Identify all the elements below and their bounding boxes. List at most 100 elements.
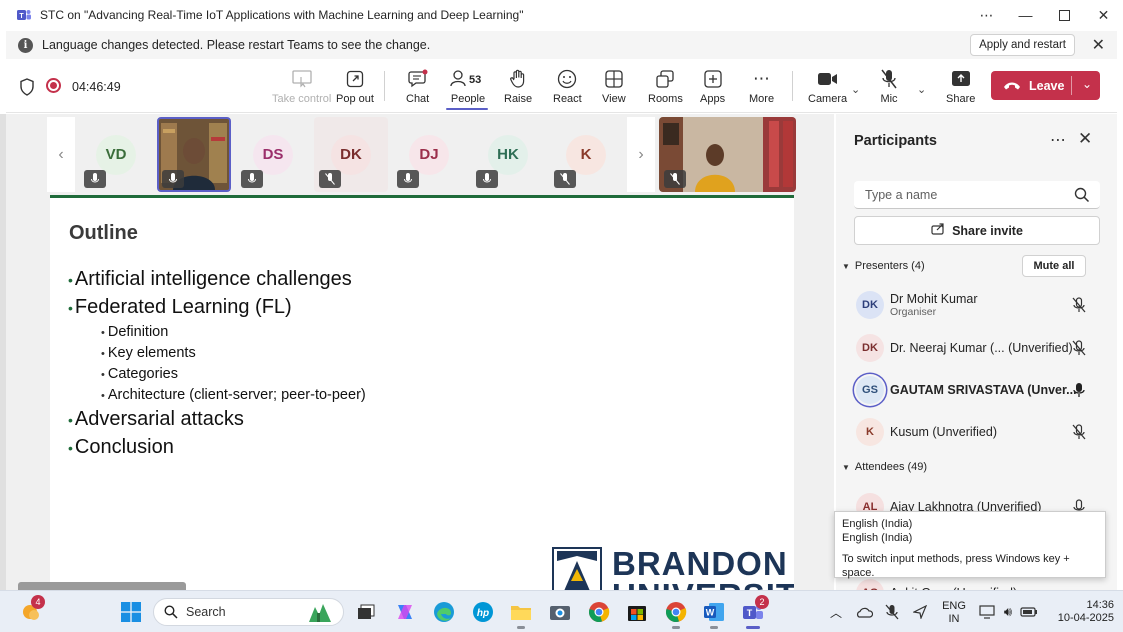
mic-on-icon — [162, 170, 184, 188]
svg-text:W: W — [706, 608, 715, 618]
camera-button[interactable]: Camera — [808, 67, 847, 111]
task-view-button[interactable] — [354, 600, 378, 624]
chat-icon — [407, 67, 428, 91]
weather-widget[interactable]: 4 — [18, 595, 45, 624]
tooltip-line: English (India) — [842, 532, 913, 544]
leave-button[interactable]: Leave ⌄ — [991, 71, 1100, 100]
location-tray-icon[interactable] — [910, 600, 930, 624]
slide-bullet: • Federated Learning (FL) — [68, 296, 292, 318]
mic-options-chevron-icon[interactable]: ⌄ — [917, 83, 926, 96]
participant-row[interactable]: DK Dr Mohit Kumar Organiser — [854, 287, 1104, 323]
file-explorer-button[interactable] — [509, 600, 533, 629]
presenters-section-header[interactable]: ▼ Presenters (4) — [842, 260, 925, 272]
pop-out-button[interactable]: Pop out — [336, 67, 374, 111]
mic-button[interactable]: Mic — [880, 67, 898, 111]
take-control-button[interactable]: Take control — [272, 67, 331, 111]
title-bar: T STC on "Advancing Real-Time IoT Applic… — [0, 0, 1123, 30]
word-button[interactable]: W — [702, 600, 726, 629]
svg-text:T: T — [747, 608, 753, 618]
participant-row[interactable]: DK Dr. Neeraj Kumar (... (Unverified) — [854, 330, 1104, 366]
show-hidden-icons-button[interactable]: ︿ — [829, 600, 843, 624]
participant-tile[interactable]: HK — [471, 117, 545, 192]
share-invite-button[interactable]: Share invite — [854, 216, 1100, 245]
slide-sub-bullet: • Architecture (client-server; peer-to-pe… — [101, 387, 366, 403]
slide-bullet: • Artificial intelligence challenges — [68, 268, 352, 290]
clock[interactable]: 14:36 10-04-2025 — [1046, 599, 1114, 625]
mic-muted-icon — [554, 170, 576, 188]
chrome-button[interactable] — [587, 600, 611, 624]
close-panel-icon[interactable]: ✕ — [1078, 129, 1092, 149]
volume-tray-icon[interactable]: 🔊︎ — [999, 600, 1017, 624]
more-options-icon[interactable]: ⋯ — [967, 0, 1006, 30]
more-button[interactable]: ⋯ More — [749, 67, 774, 111]
presenter-label-bar — [18, 582, 186, 590]
participant-tile[interactable]: VD — [79, 117, 153, 192]
camera-icon — [817, 67, 839, 91]
hp-app-button[interactable]: hp — [471, 600, 495, 624]
avatar: DK — [856, 334, 884, 362]
rooms-button[interactable]: Rooms — [648, 67, 683, 111]
participant-tile[interactable]: K — [549, 117, 623, 192]
input-language-indicator[interactable]: ENG IN — [938, 600, 970, 626]
minimize-button[interactable]: — — [1006, 0, 1045, 30]
react-button[interactable]: React — [553, 67, 582, 111]
teams-taskbar-button[interactable]: T 2 — [741, 595, 769, 629]
gallery-next-arrow-icon[interactable]: › — [627, 117, 655, 192]
shield-icon[interactable] — [19, 78, 35, 96]
attendees-section-header[interactable]: ▼ Attendees (49) — [842, 461, 927, 473]
copilot-button[interactable] — [393, 600, 417, 624]
avatar: K — [856, 418, 884, 446]
taskbar-search-box[interactable]: Search — [153, 598, 344, 626]
panel-more-options-icon[interactable]: ⋯ — [1050, 130, 1066, 150]
chat-button[interactable]: Chat — [406, 67, 429, 111]
people-active-indicator — [446, 108, 488, 110]
mic-muted-icon — [1072, 340, 1086, 356]
onedrive-tray-icon[interactable] — [854, 600, 874, 624]
slide-heading: Outline — [69, 222, 138, 244]
info-icon: i — [18, 37, 33, 53]
leave-options-chevron-icon[interactable]: ⌄ — [1082, 77, 1092, 91]
camera-options-chevron-icon[interactable]: ⌄ — [851, 83, 860, 96]
search-input[interactable] — [865, 187, 1065, 202]
chrome-icon — [589, 602, 610, 622]
grid-view-icon — [605, 67, 623, 91]
search-icon — [1074, 187, 1090, 203]
participant-video-tile[interactable] — [659, 117, 796, 192]
edge-browser-button[interactable] — [432, 600, 456, 624]
participant-row[interactable]: K Kusum (Unverified) — [854, 414, 1104, 450]
store-icon — [628, 606, 646, 621]
participant-tile[interactable]: DK — [314, 117, 388, 192]
participant-search-box[interactable] — [854, 181, 1100, 209]
start-button[interactable] — [119, 600, 143, 624]
gallery-prev-arrow-icon[interactable]: ‹ — [47, 117, 75, 192]
people-button[interactable]: 53 People — [450, 67, 486, 111]
microsoft-store-button[interactable] — [625, 600, 649, 624]
view-button[interactable]: View — [602, 67, 626, 111]
mic-muted-icon — [664, 170, 686, 188]
mic-on-icon — [84, 170, 106, 188]
word-icon: W — [704, 603, 724, 621]
participant-tile[interactable]: DS — [236, 117, 310, 192]
teams-logo-icon: T — [17, 10, 31, 20]
raise-hand-icon — [509, 67, 527, 91]
camera-app-button[interactable] — [548, 600, 572, 624]
display-tray-icon[interactable] — [978, 600, 996, 624]
participant-row[interactable]: GS GAUTAM SRIVASTAVA (Unver... — [854, 372, 1104, 408]
meeting-timer: 04:46:49 — [72, 80, 121, 94]
apply-and-restart-button[interactable]: Apply and restart — [970, 34, 1075, 56]
maximize-button[interactable] — [1045, 0, 1084, 30]
close-window-button[interactable]: ✕ — [1084, 0, 1123, 30]
slide-sub-bullet: • Key elements — [101, 345, 196, 361]
mute-all-button[interactable]: Mute all — [1022, 255, 1086, 277]
chrome-profile-button[interactable] — [664, 600, 688, 629]
apps-button[interactable]: Apps — [700, 67, 725, 111]
participant-tile[interactable]: DJ — [392, 117, 466, 192]
participant-video-tile[interactable] — [157, 117, 231, 192]
battery-tray-icon[interactable] — [1020, 600, 1038, 624]
close-notification-icon[interactable]: ✕ — [1092, 35, 1105, 55]
mic-muted-tray-icon[interactable] — [882, 600, 902, 624]
collapse-triangle-icon: ▼ — [842, 462, 850, 472]
avatar: GS — [856, 376, 884, 404]
raise-hand-button[interactable]: Raise — [504, 67, 532, 111]
share-button[interactable]: Share — [946, 67, 975, 111]
